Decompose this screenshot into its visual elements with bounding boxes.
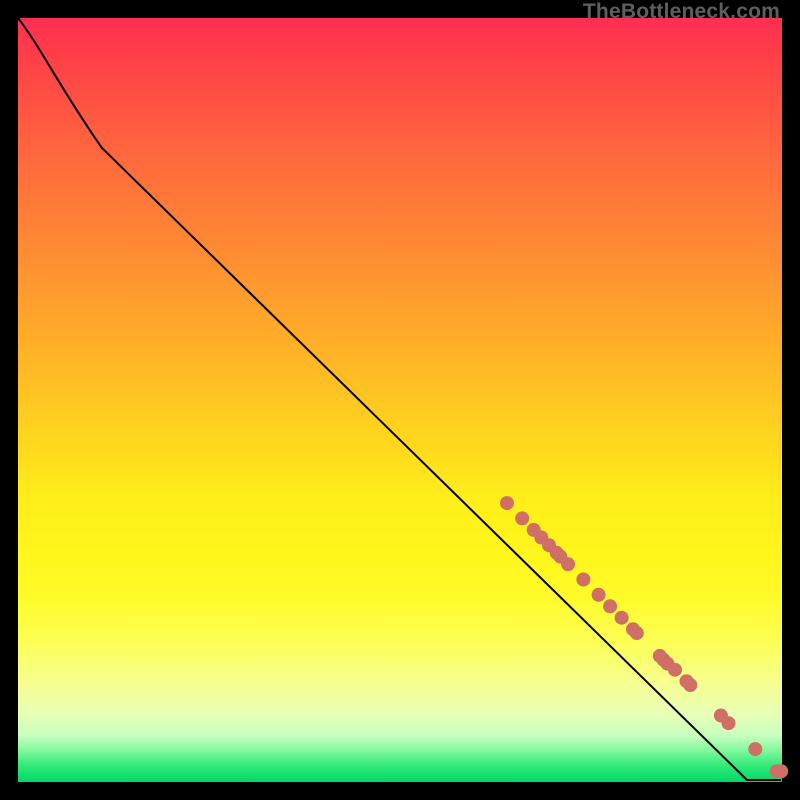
marker-dot	[748, 742, 762, 756]
marker-dot	[576, 573, 590, 587]
marker-dot	[683, 678, 697, 692]
marker-group	[500, 496, 788, 778]
marker-dot	[603, 599, 617, 613]
plot-area	[18, 18, 782, 782]
chart-overlay	[18, 18, 782, 782]
marker-dot	[630, 626, 644, 640]
marker-dot	[722, 716, 736, 730]
marker-dot	[561, 557, 575, 571]
marker-dot	[615, 611, 629, 625]
marker-dot	[668, 663, 682, 677]
marker-dot	[592, 588, 606, 602]
marker-dot	[774, 764, 788, 778]
marker-dot	[500, 496, 514, 510]
chart-frame: TheBottleneck.com	[0, 0, 800, 800]
marker-dot	[515, 511, 529, 525]
